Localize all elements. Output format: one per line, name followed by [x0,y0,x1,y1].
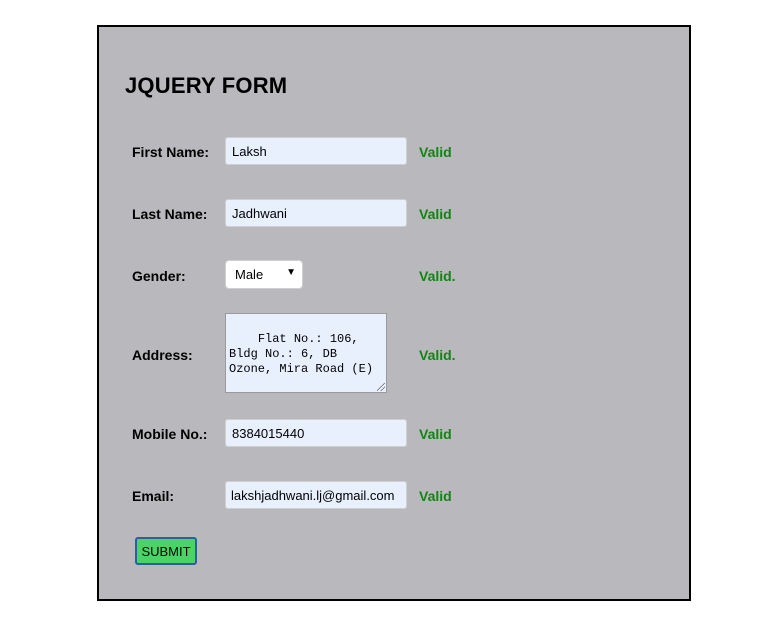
mobile-input[interactable] [225,419,407,447]
form-panel: JQUERY FORM First Name: Valid Last Name:… [97,25,691,601]
first-name-label: First Name: [132,144,210,160]
first-name-input[interactable] [225,137,407,165]
mobile-status: Valid [419,426,452,442]
gender-status: Valid. [419,268,456,284]
gender-selected-value: Male [235,267,264,282]
submit-button[interactable]: SUBMIT [135,537,197,565]
gender-label: Gender: [132,268,186,284]
address-text: Flat No.: 106, Bldg No.: 6, DB Ozone, Mi… [229,332,374,376]
address-textarea[interactable]: Flat No.: 106, Bldg No.: 6, DB Ozone, Mi… [225,313,387,393]
last-name-status: Valid [419,206,452,222]
dropdown-arrow-icon: ▼ [286,267,296,278]
mobile-label: Mobile No.: [132,426,208,442]
gender-select[interactable]: Male ▼ [225,260,303,289]
first-name-status: Valid [419,144,452,160]
address-label: Address: [132,347,193,363]
last-name-input[interactable] [225,199,407,227]
address-status: Valid. [419,347,456,363]
email-status: Valid [419,488,452,504]
last-name-label: Last Name: [132,206,208,222]
resize-handle-icon[interactable] [377,383,385,391]
email-input[interactable] [225,481,407,509]
form-title: JQUERY FORM [125,73,288,98]
email-label: Email: [132,488,175,504]
